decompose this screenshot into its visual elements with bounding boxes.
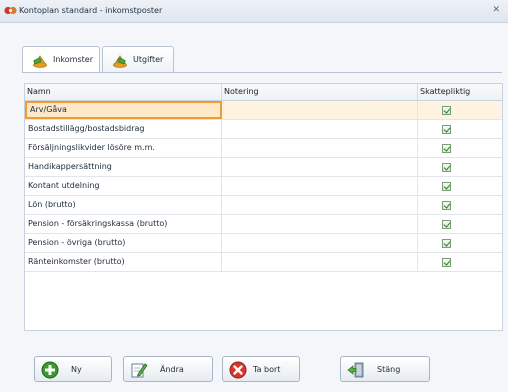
table-row[interactable]: Kontant utdelning bbox=[25, 177, 502, 196]
close-icon[interactable]: ✕ bbox=[492, 5, 500, 15]
new-button-label: Ny bbox=[71, 365, 82, 374]
close-button-label: Stäng bbox=[377, 365, 401, 374]
row-taxable bbox=[418, 158, 502, 176]
table-row[interactable]: Pension - övriga (brutto) bbox=[25, 234, 502, 253]
income-grid[interactable]: Namn Notering Skattepliktig Arv/Gåva Bos… bbox=[24, 83, 503, 331]
edit-button-label: Ändra bbox=[160, 365, 184, 374]
table-row[interactable]: Arv/Gåva bbox=[25, 101, 502, 120]
row-taxable bbox=[418, 101, 502, 119]
column-header-skattepliktig[interactable]: Skattepliktig bbox=[418, 84, 502, 100]
row-taxable bbox=[418, 234, 502, 252]
row-note[interactable] bbox=[222, 215, 418, 233]
row-name[interactable]: Arv/Gåva bbox=[25, 101, 222, 119]
row-name[interactable]: Pension - försäkringskassa (brutto) bbox=[25, 215, 222, 233]
window-title: Kontoplan standard - inkomstposter bbox=[19, 6, 163, 15]
tab-utgifter[interactable]: Utgifter bbox=[102, 46, 174, 72]
taxable-checkbox[interactable] bbox=[442, 201, 451, 210]
taxable-checkbox[interactable] bbox=[442, 182, 451, 191]
taxable-checkbox[interactable] bbox=[442, 106, 451, 115]
edit-pencil-icon bbox=[131, 363, 148, 378]
row-note[interactable] bbox=[222, 234, 418, 252]
row-name[interactable]: Försäljningslikvider lösöre m.m. bbox=[25, 139, 222, 157]
taxable-checkbox[interactable] bbox=[442, 258, 451, 267]
row-name[interactable]: Kontant utdelning bbox=[25, 177, 222, 195]
tab-inkomster-label: Inkomster bbox=[53, 55, 93, 64]
row-taxable bbox=[418, 120, 502, 138]
table-row[interactable]: Lön (brutto) bbox=[25, 196, 502, 215]
row-note[interactable] bbox=[222, 177, 418, 195]
row-taxable bbox=[418, 139, 502, 157]
title-bar: Kontoplan standard - inkomstposter ✕ bbox=[0, 0, 508, 23]
table-row[interactable]: Bostadstillägg/bostadsbidrag bbox=[25, 120, 502, 139]
row-name[interactable]: Ränteinkomster (brutto) bbox=[25, 253, 222, 271]
plus-circle-icon bbox=[41, 361, 59, 379]
row-taxable bbox=[418, 215, 502, 233]
grid-header: Namn Notering Skattepliktig bbox=[25, 84, 502, 101]
tab-inkomster[interactable]: Inkomster bbox=[22, 46, 100, 73]
table-row[interactable]: Pension - försäkringskassa (brutto) bbox=[25, 215, 502, 234]
money-bag-icon bbox=[113, 55, 127, 68]
taxable-checkbox[interactable] bbox=[442, 144, 451, 153]
row-note[interactable] bbox=[222, 139, 418, 157]
row-note[interactable] bbox=[222, 253, 418, 271]
row-name[interactable]: Lön (brutto) bbox=[25, 196, 222, 214]
row-note[interactable] bbox=[222, 120, 418, 138]
money-bag-icon bbox=[33, 55, 47, 68]
row-name[interactable]: Pension - övriga (brutto) bbox=[25, 234, 222, 252]
taxable-checkbox[interactable] bbox=[442, 239, 451, 248]
delete-button[interactable]: Ta bort bbox=[222, 356, 300, 382]
taxable-checkbox[interactable] bbox=[442, 125, 451, 134]
row-taxable bbox=[418, 253, 502, 271]
column-header-notering[interactable]: Notering bbox=[222, 84, 418, 100]
close-button[interactable]: Stäng bbox=[340, 356, 430, 382]
exit-door-icon bbox=[347, 362, 364, 378]
table-row[interactable]: Handikappersättning bbox=[25, 158, 502, 177]
edit-button[interactable]: Ändra bbox=[123, 356, 213, 382]
row-note[interactable] bbox=[222, 196, 418, 214]
delete-x-icon bbox=[229, 361, 247, 379]
tab-utgifter-label: Utgifter bbox=[133, 55, 164, 64]
row-note[interactable] bbox=[222, 101, 418, 119]
app-logo-icon bbox=[4, 6, 17, 15]
taxable-checkbox[interactable] bbox=[442, 220, 451, 229]
row-taxable bbox=[418, 196, 502, 214]
row-name[interactable]: Handikappersättning bbox=[25, 158, 222, 176]
new-button[interactable]: Ny bbox=[34, 356, 112, 382]
row-note[interactable] bbox=[222, 158, 418, 176]
dialog-window: Kontoplan standard - inkomstposter ✕ Ink… bbox=[0, 0, 508, 392]
column-header-namn[interactable]: Namn bbox=[25, 84, 222, 100]
row-taxable bbox=[418, 177, 502, 195]
row-name[interactable]: Bostadstillägg/bostadsbidrag bbox=[25, 120, 222, 138]
table-row[interactable]: Försäljningslikvider lösöre m.m. bbox=[25, 139, 502, 158]
table-row[interactable]: Ränteinkomster (brutto) bbox=[25, 253, 502, 272]
delete-button-label: Ta bort bbox=[253, 365, 281, 374]
taxable-checkbox[interactable] bbox=[442, 163, 451, 172]
